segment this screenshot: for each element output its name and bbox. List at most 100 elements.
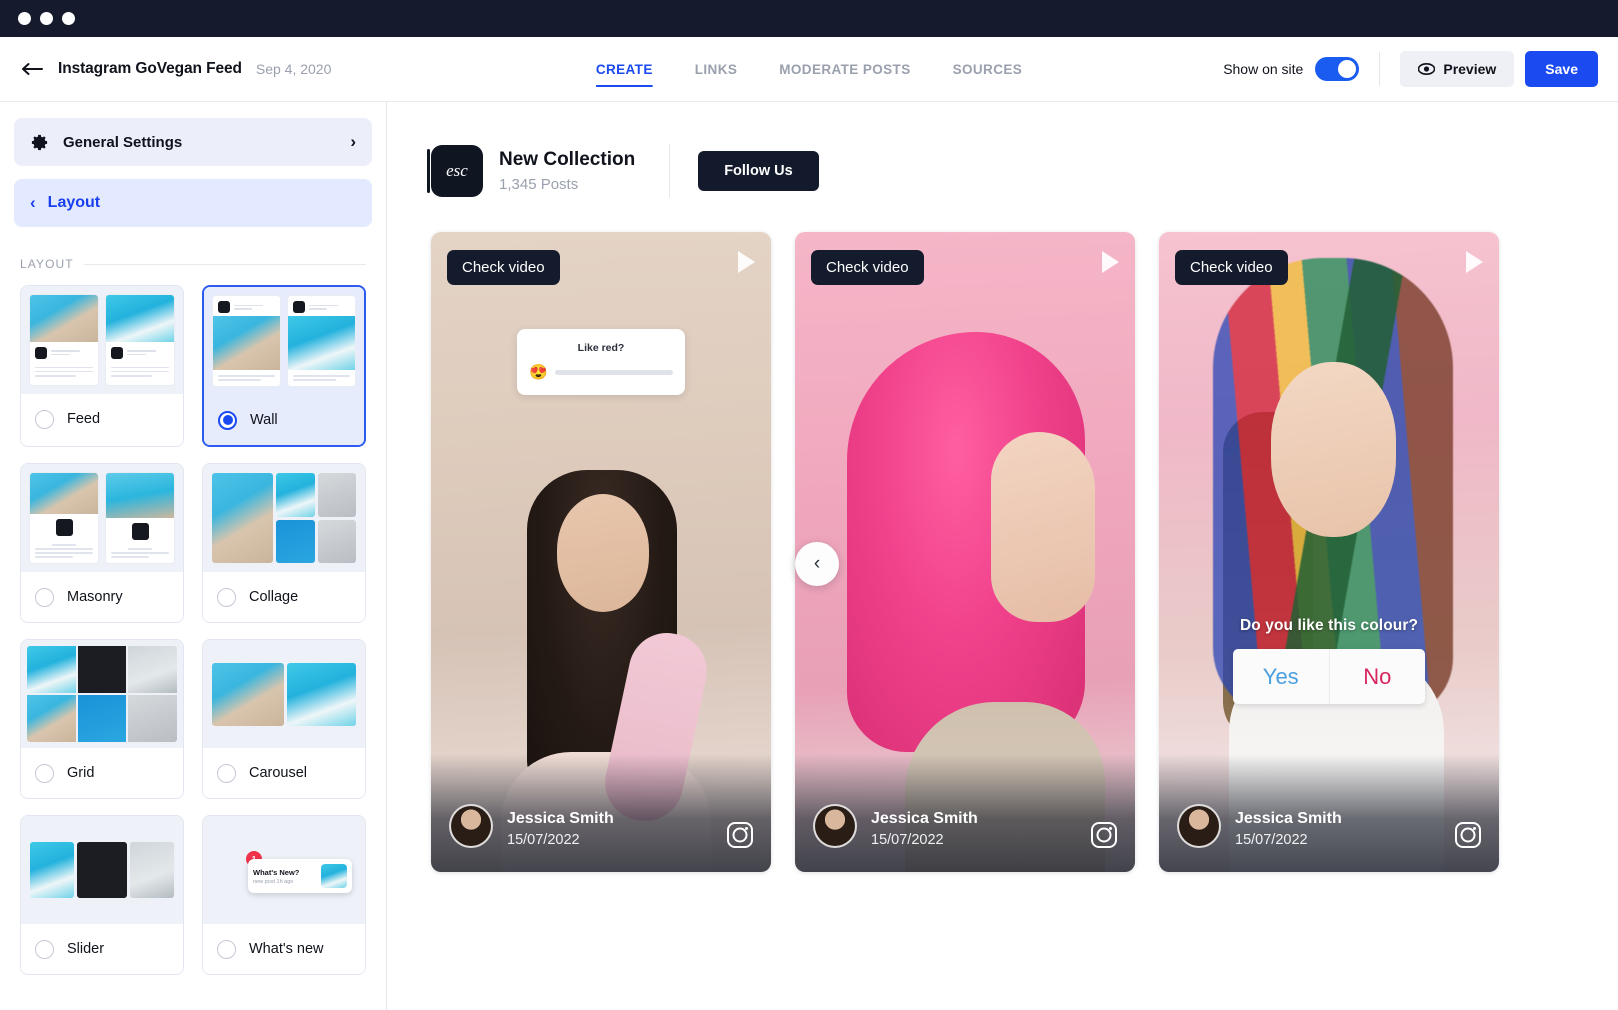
- radio-grid[interactable]: [35, 764, 54, 783]
- chevron-right-icon: ›: [350, 132, 356, 152]
- tab-sources[interactable]: SOURCES: [953, 37, 1023, 101]
- check-video-badge[interactable]: Check video: [447, 250, 560, 285]
- layout-section-label: LAYOUT: [20, 257, 74, 271]
- app-body: General Settings › ‹ Layout LAYOUT: [0, 102, 1618, 1010]
- tab-create[interactable]: CREATE: [596, 37, 653, 101]
- heart-eyes-emoji-icon: 😍: [529, 365, 548, 380]
- layout-option-slider[interactable]: Slider: [20, 815, 184, 975]
- check-video-badge[interactable]: Check video: [811, 250, 924, 285]
- preview-canvas: esc New Collection 1,345 Posts Follow Us…: [387, 102, 1618, 1010]
- poll-question: Do you like this colour?: [1159, 617, 1499, 635]
- radio-masonry[interactable]: [35, 588, 54, 607]
- layout-option-label: What's new: [249, 941, 324, 957]
- whats-new-title: What's New?: [253, 868, 316, 877]
- post-author: Jessica Smith: [871, 810, 978, 828]
- tab-moderate-posts[interactable]: MODERATE POSTS: [779, 37, 910, 101]
- carousel-prev-button[interactable]: ‹: [795, 542, 839, 586]
- gear-icon: [30, 133, 49, 152]
- radio-whats-new[interactable]: [217, 940, 236, 959]
- layout-option-carousel[interactable]: Carousel: [202, 639, 366, 799]
- top-bar: Instagram GoVegan Feed Sep 4, 2020 CREAT…: [0, 37, 1618, 102]
- layout-option-grid-footer[interactable]: Grid: [21, 748, 183, 798]
- layout-option-collage-footer[interactable]: Collage: [203, 572, 365, 622]
- layout-option-wall[interactable]: Wall: [202, 285, 366, 447]
- play-icon[interactable]: [738, 251, 755, 273]
- layout-option-label: Carousel: [249, 765, 307, 781]
- avatar: [449, 804, 493, 848]
- radio-carousel[interactable]: [217, 764, 236, 783]
- avatar: [813, 804, 857, 848]
- window-dot-close[interactable]: [18, 12, 31, 25]
- divider: [669, 144, 670, 198]
- show-on-site-toggle[interactable]: [1315, 57, 1359, 81]
- show-on-site-label: Show on site: [1223, 61, 1303, 77]
- avatar: [1177, 804, 1221, 848]
- top-bar-actions: Show on site Preview Save: [1223, 51, 1618, 87]
- layout-option-label: Grid: [67, 765, 94, 781]
- divider: [84, 264, 366, 265]
- layout-thumbnail-masonry: [21, 464, 183, 572]
- layout-option-wall-footer[interactable]: Wall: [204, 395, 364, 445]
- poll-slider-track[interactable]: [555, 370, 673, 375]
- instagram-icon[interactable]: [1455, 822, 1481, 848]
- whats-new-thumb-image: [321, 864, 347, 888]
- layout-option-masonry[interactable]: Masonry: [20, 463, 184, 623]
- poll-choice-widget: Do you like this colour? Yes No: [1159, 617, 1499, 704]
- instagram-icon[interactable]: [727, 822, 753, 848]
- sidebar-item-layout[interactable]: ‹ Layout: [14, 179, 372, 227]
- layout-option-whats-new-footer[interactable]: What's new: [203, 924, 365, 974]
- layout-thumbnail-collage: [203, 464, 365, 572]
- poll-yes-button[interactable]: Yes: [1233, 649, 1330, 704]
- brand-name: New Collection: [499, 149, 635, 171]
- layout-option-label: Wall: [250, 412, 278, 428]
- check-video-badge[interactable]: Check video: [1175, 250, 1288, 285]
- post-date: 15/07/2022: [507, 832, 614, 848]
- layout-option-whats-new[interactable]: 1 What's New? new post 1h ago What's new: [202, 815, 366, 975]
- radio-wall[interactable]: [218, 411, 237, 430]
- layout-thumbnail-feed: [21, 286, 183, 394]
- layout-option-slider-footer[interactable]: Slider: [21, 924, 183, 974]
- layout-thumbnail-carousel: [203, 640, 365, 748]
- post-card[interactable]: Check video Like red? 😍 Jessica Smith 15…: [431, 232, 771, 872]
- layout-option-collage[interactable]: Collage: [202, 463, 366, 623]
- layout-option-label: Masonry: [67, 589, 123, 605]
- post-date: 15/07/2022: [871, 832, 978, 848]
- layout-option-feed-footer[interactable]: Feed: [21, 394, 183, 444]
- layout-options-grid: Feed: [14, 285, 372, 975]
- chevron-left-icon: ‹: [30, 193, 36, 213]
- layout-thumbnail-wall: [204, 287, 364, 395]
- sidebar-item-label: General Settings: [63, 134, 182, 151]
- post-card-footer: Jessica Smith 15/07/2022: [795, 754, 1135, 872]
- post-card[interactable]: Check video Do you like this colour? Yes…: [1159, 232, 1499, 872]
- layout-option-grid[interactable]: Grid: [20, 639, 184, 799]
- radio-collage[interactable]: [217, 588, 236, 607]
- layout-option-label: Feed: [67, 411, 100, 427]
- preview-button[interactable]: Preview: [1400, 51, 1514, 87]
- layout-option-label: Collage: [249, 589, 298, 605]
- brand-post-count: 1,345 Posts: [499, 176, 635, 193]
- window-dot-minimize[interactable]: [40, 12, 53, 25]
- window-dot-maximize[interactable]: [62, 12, 75, 25]
- layout-option-label: Slider: [67, 941, 104, 957]
- follow-us-button[interactable]: Follow Us: [698, 151, 818, 191]
- post-author: Jessica Smith: [507, 810, 614, 828]
- poll-no-button[interactable]: No: [1330, 649, 1426, 704]
- poll-slider-widget[interactable]: Like red? 😍: [517, 329, 685, 395]
- window-chrome: [0, 0, 1618, 37]
- post-card[interactable]: Check video Jessica Smith 15/07/2022: [795, 232, 1135, 872]
- tab-links[interactable]: LINKS: [695, 37, 738, 101]
- post-card-footer: Jessica Smith 15/07/2022: [431, 754, 771, 872]
- layout-option-feed[interactable]: Feed: [20, 285, 184, 447]
- instagram-icon[interactable]: [1091, 822, 1117, 848]
- divider: [1379, 52, 1380, 86]
- play-icon[interactable]: [1466, 251, 1483, 273]
- save-button[interactable]: Save: [1525, 51, 1598, 87]
- poll-question: Like red?: [529, 342, 673, 354]
- radio-slider[interactable]: [35, 940, 54, 959]
- arrow-left-icon[interactable]: [20, 56, 46, 82]
- radio-feed[interactable]: [35, 410, 54, 429]
- layout-option-carousel-footer[interactable]: Carousel: [203, 748, 365, 798]
- layout-option-masonry-footer[interactable]: Masonry: [21, 572, 183, 622]
- play-icon[interactable]: [1102, 251, 1119, 273]
- sidebar-item-general-settings[interactable]: General Settings ›: [14, 118, 372, 166]
